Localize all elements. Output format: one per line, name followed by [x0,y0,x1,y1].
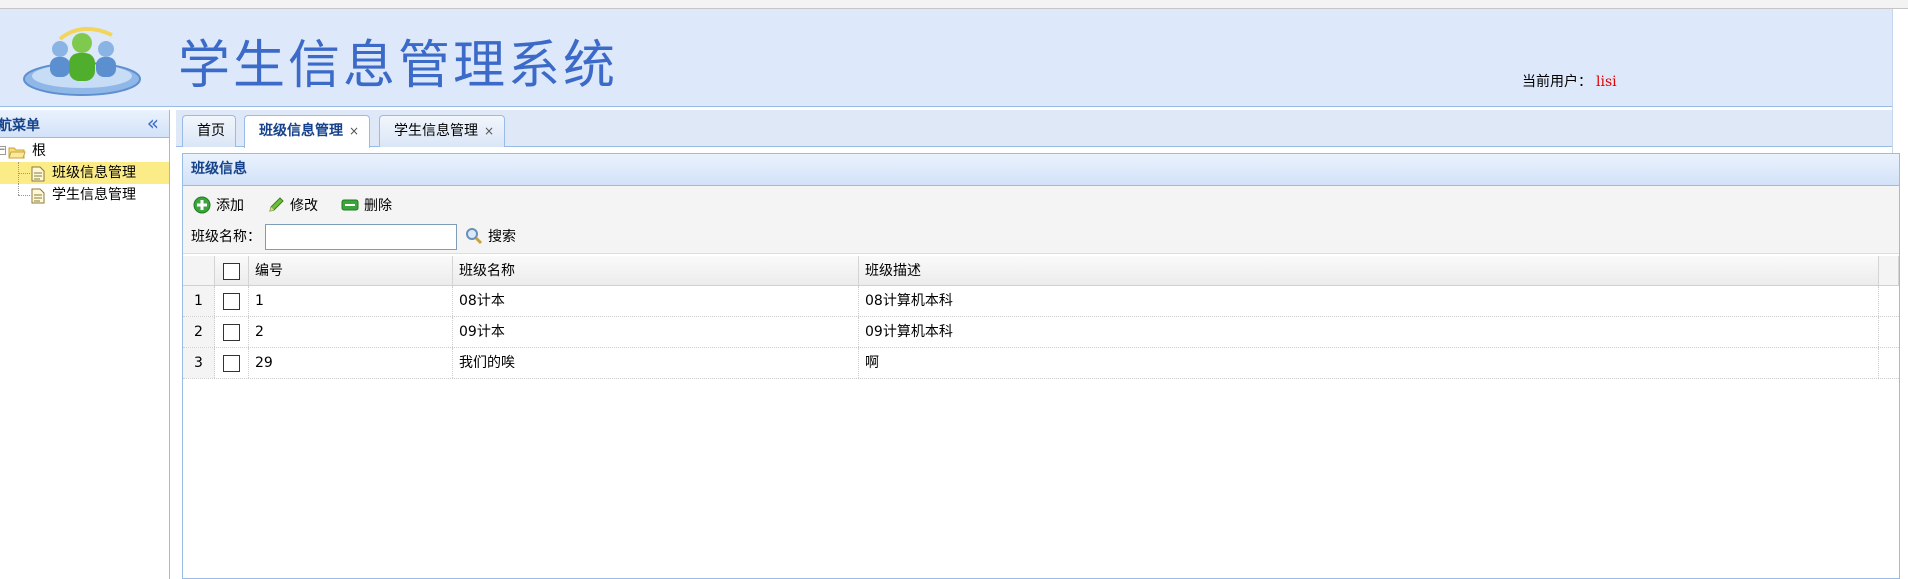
add-button-label: 添加 [216,198,244,214]
row-select-cell [215,286,249,316]
cell-class-name: 我们的唉 [453,348,859,378]
document-icon [31,166,45,182]
double-chevron-left-icon[interactable]: « [147,112,159,134]
delete-button[interactable]: 删除 [341,194,392,218]
tab-label: 班级信息管理 [259,123,343,139]
header-filler [1879,256,1899,285]
pencil-icon [269,197,284,212]
search-button-label: 搜索 [488,229,516,245]
row-number: 1 [183,286,215,316]
current-user-label: 当前用户： [1522,74,1592,90]
current-user-name: lisi [1596,74,1617,90]
panel-title: 班级信息 [183,154,1899,186]
current-user: 当前用户： lisi [1522,71,1617,91]
tree-collapse-toggle-icon[interactable]: − [0,146,6,155]
document-icon [31,188,45,204]
add-icon [193,196,211,214]
close-icon[interactable]: × [349,124,359,138]
row-number: 2 [183,317,215,347]
search-button[interactable]: 搜索 [465,224,516,250]
search-row: 班级名称： 搜索 [191,224,516,250]
table-header: 编号 班级名称 班级描述 [183,256,1899,286]
tab-home[interactable]: 首页 [182,115,236,147]
add-button[interactable]: 添加 [193,194,244,218]
tab-strip: 首页 班级信息管理 × 学生信息管理 × [176,110,1892,148]
tab-student-management[interactable]: 学生信息管理 × [379,115,506,147]
browser-top-strip [0,0,1908,9]
nav-panel: 导航菜单 « − 根 班级信息管理 [0,110,170,579]
nav-title: 导航菜单 [0,118,40,134]
tree-root-label: 根 [32,143,46,159]
tab-label: 学生信息管理 [394,123,478,139]
column-header-class-name[interactable]: 班级名称 [453,256,859,285]
nav-tree: − 根 班级信息管理 学生信息管理 [0,138,169,206]
class-name-search-input[interactable] [265,224,457,250]
cell-class-desc: 啊 [859,348,1879,378]
row-number-header [183,256,215,285]
column-header-id[interactable]: 编号 [249,256,453,285]
app-header: 学生信息管理系统 当前用户： lisi [0,9,1892,107]
folder-open-icon [8,147,26,159]
table-row[interactable]: 3 29 我们的唉 啊 [183,348,1899,379]
toolbar: 添加 修改 删除 班级名称： 搜索 [183,186,1899,254]
table-row[interactable]: 1 1 08计本 08计算机本科 [183,286,1899,317]
nav-panel-header: 导航菜单 « [0,110,169,138]
edit-button-label: 修改 [290,198,318,214]
column-header-class-desc[interactable]: 班级描述 [859,256,1879,285]
row-checkbox[interactable] [223,324,240,341]
tree-line [18,173,30,174]
sidebar-item-label: 班级信息管理 [52,165,136,181]
sidebar-item-label: 学生信息管理 [52,187,136,203]
row-checkbox[interactable] [223,293,240,310]
select-all-checkbox[interactable] [223,263,240,280]
tree-line [18,195,30,196]
cell-class-name: 09计本 [453,317,859,347]
cell-class-desc: 09计算机本科 [859,317,1879,347]
cell-class-desc: 08计算机本科 [859,286,1879,316]
class-info-panel: 班级信息 添加 修改 删除 班级名称： 搜索 编号 班级名称 班级描述 1 1 … [182,153,1900,579]
tree-root[interactable]: − 根 [0,140,169,162]
class-table: 编号 班级名称 班级描述 1 1 08计本 08计算机本科 2 2 09计本 0… [183,256,1899,379]
search-icon [466,228,483,245]
tree-line [18,184,19,195]
row-number: 3 [183,348,215,378]
cell-class-name: 08计本 [453,286,859,316]
cell-id: 1 [249,286,453,316]
row-select-cell [215,348,249,378]
sidebar-item-class-management[interactable]: 班级信息管理 [0,162,169,184]
tab-class-management[interactable]: 班级信息管理 × [244,115,371,148]
search-label: 班级名称： [191,229,261,245]
edit-button[interactable]: 修改 [267,194,318,218]
sidebar-item-student-management[interactable]: 学生信息管理 [0,184,169,206]
select-all-cell [215,256,249,285]
delete-icon [341,199,359,211]
users-logo-icon [23,27,141,96]
delete-button-label: 删除 [364,198,392,214]
table-row[interactable]: 2 2 09计本 09计算机本科 [183,317,1899,348]
cell-id: 2 [249,317,453,347]
cell-id: 29 [249,348,453,378]
close-icon[interactable]: × [484,124,494,138]
row-checkbox[interactable] [223,355,240,372]
tab-label: 首页 [197,123,225,139]
app-title: 学生信息管理系统 [178,36,619,96]
row-select-cell [215,317,249,347]
